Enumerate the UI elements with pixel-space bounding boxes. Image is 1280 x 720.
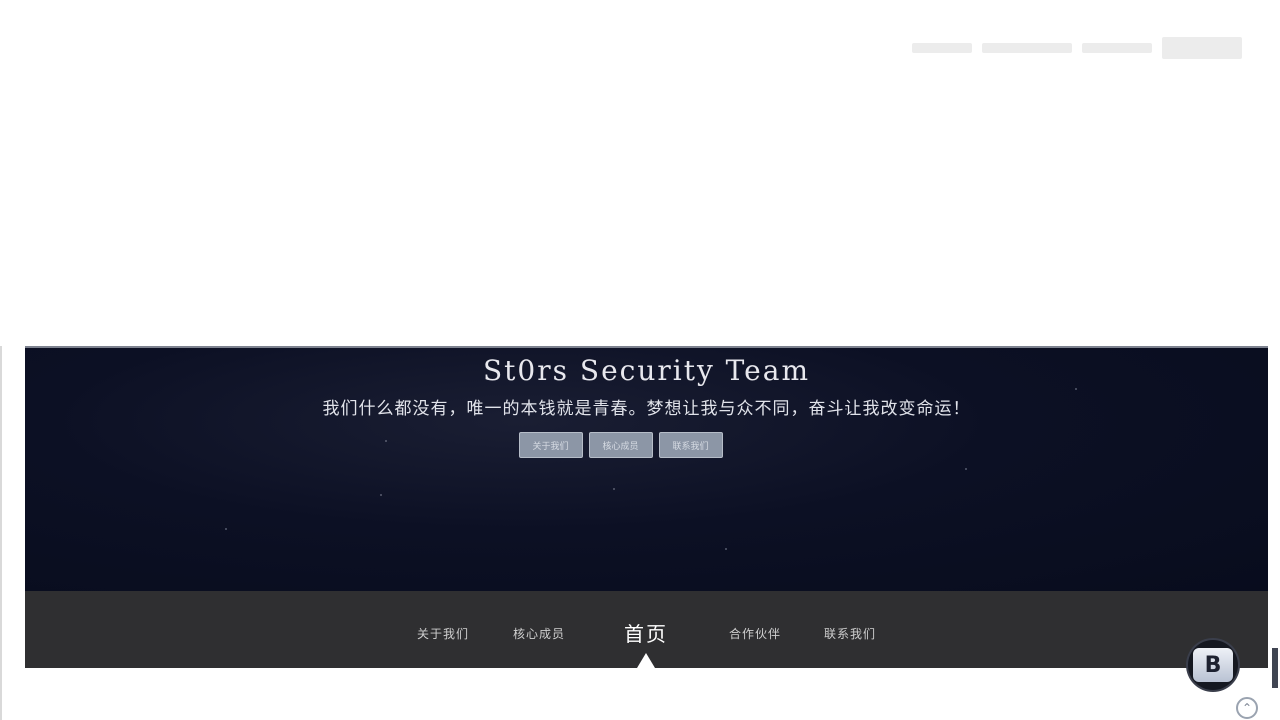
nav-item-contact[interactable]: 联系我们 [824,625,876,642]
page: St0rs Security Team 我们什么都没有，唯一的本钱就是青春。梦想… [0,0,1280,720]
left-border [0,346,2,720]
scrollbar-thumb[interactable] [1272,648,1278,688]
hero-button-group: 关于我们 核心成员 联系我们 [25,432,1268,458]
hero-button-members[interactable]: 核心成员 [588,432,653,458]
chevron-up-icon: ⌃ [1241,701,1253,715]
nav-item-about[interactable]: 关于我们 [417,625,469,642]
hero-slogan: 我们什么都没有，唯一的本钱就是青春。梦想让我与众不同，奋斗让我改变命运！ [322,399,971,419]
main-nav: 关于我们 核心成员 首页 合作伙伴 联系我们 [25,591,1268,668]
nav-item-partners[interactable]: 合作伙伴 [729,625,781,642]
hero-button-contact[interactable]: 联系我们 [658,432,723,458]
top-right-faded-bar [912,32,1257,64]
hero-title: St0rs Security Team [483,354,810,387]
floating-b-logo[interactable]: B [1188,640,1238,690]
back-to-top-button[interactable]: ⌃ [1236,697,1258,719]
hero-button-about[interactable]: 关于我们 [518,432,583,458]
nav-item-home[interactable]: 首页 [624,618,668,647]
hero-banner: St0rs Security Team 我们什么都没有，唯一的本钱就是青春。梦想… [25,346,1268,593]
b-logo-icon: B [1193,648,1233,682]
active-nav-indicator [637,653,655,668]
nav-item-members[interactable]: 核心成员 [513,625,565,642]
